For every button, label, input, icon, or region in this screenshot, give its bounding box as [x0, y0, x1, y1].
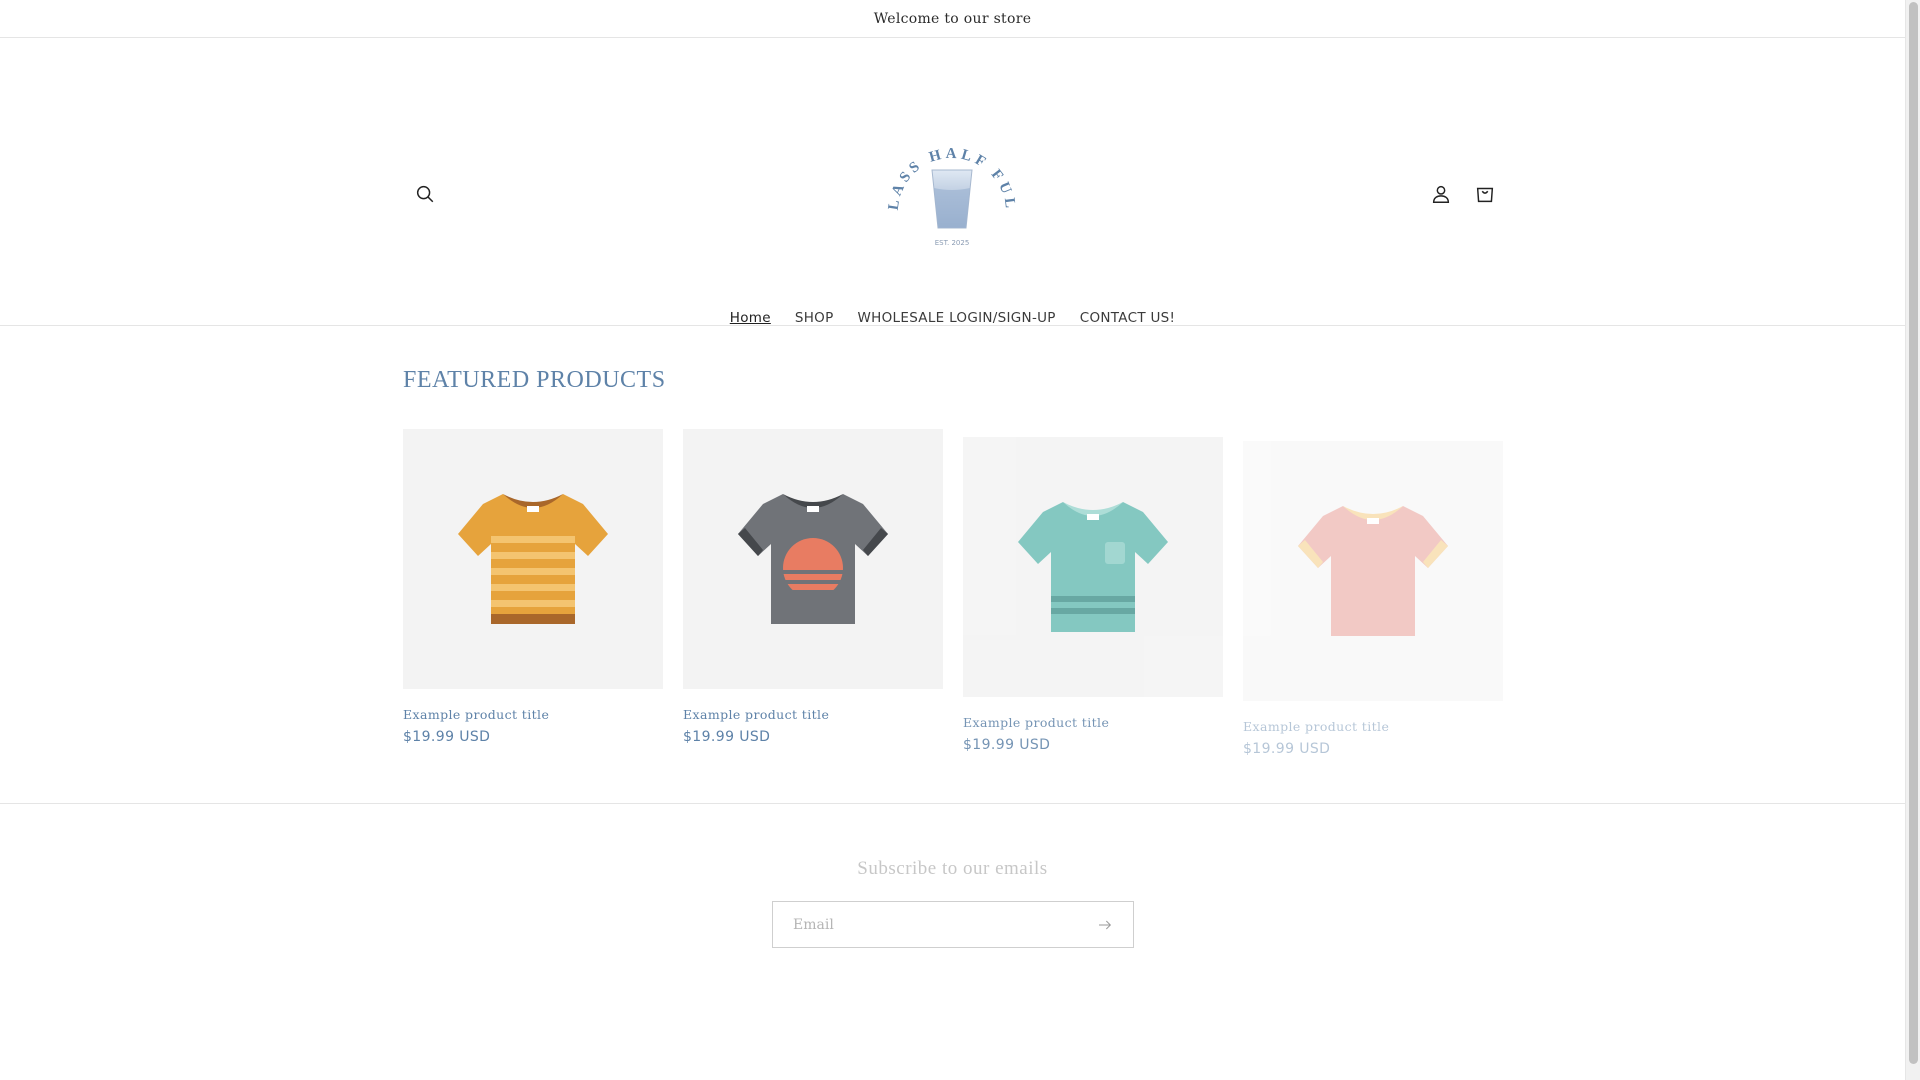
scrollbar-thumb[interactable] — [1909, 2, 1918, 1064]
email-form — [772, 901, 1134, 948]
product-title[interactable]: Example product title — [963, 715, 1223, 730]
product-price: $19.99 USD — [963, 737, 1051, 753]
email-input[interactable] — [773, 902, 1073, 947]
store-logo[interactable]: GLASS HALF FULL EST. 2025 — [878, 130, 1026, 260]
product-card[interactable]: Example product title $19.99 USD — [683, 429, 943, 745]
featured-heading: FEATURED PRODUCTS — [403, 367, 666, 393]
product-image[interactable] — [683, 429, 943, 689]
user-icon — [1432, 185, 1450, 203]
product-grid: Example product title $19.99 USD Example — [403, 429, 1503, 769]
newsletter-section: Subscribe to our emails — [0, 858, 1905, 880]
nav-item-wholesale[interactable]: WHOLESALE LOGIN/SIGN-UP — [846, 310, 1068, 326]
announcement-bar: Welcome to our store — [0, 0, 1905, 38]
main-nav: Home SHOP WHOLESALE LOGIN/SIGN-UP CONTAC… — [0, 310, 1905, 326]
nav-item-contact[interactable]: CONTACT US! — [1068, 310, 1187, 326]
teal-pocket-tshirt-icon — [1018, 502, 1168, 632]
announcement-text: Welcome to our store — [873, 10, 1032, 27]
newsletter-heading: Subscribe to our emails — [857, 858, 1048, 879]
logo-est-text: EST. 2025 — [935, 239, 970, 247]
site-header: GLASS HALF FULL EST. 2025 Home SHOP WHOL… — [0, 38, 1905, 326]
product-title[interactable]: Example product title — [403, 707, 663, 722]
search-button[interactable] — [403, 172, 447, 216]
page-scrollbar[interactable] — [1905, 0, 1920, 1080]
product-image[interactable] — [403, 429, 663, 689]
featured-products-section: FEATURED PRODUCTS — [403, 367, 1503, 394]
product-title[interactable]: Example product title — [683, 707, 943, 722]
cart-icon — [1476, 187, 1494, 203]
subscribe-button[interactable] — [1083, 903, 1127, 947]
product-title[interactable]: Example product title — [1243, 719, 1503, 734]
product-image[interactable] — [1243, 441, 1503, 701]
section-divider — [0, 803, 1905, 804]
page: Welcome to our store GLASS HALF FULL EST — [0, 0, 1905, 1080]
product-price: $19.99 USD — [403, 729, 491, 745]
product-image[interactable] — [963, 437, 1223, 697]
product-card[interactable]: Example product title $19.99 USD — [1243, 441, 1503, 757]
search-icon — [416, 185, 434, 203]
product-card[interactable]: Example product title $19.99 USD — [403, 429, 663, 745]
gray-sunset-tshirt-icon — [738, 494, 888, 624]
cart-button[interactable] — [1463, 172, 1507, 216]
account-button[interactable] — [1419, 172, 1463, 216]
arrow-right-icon — [1099, 920, 1112, 930]
pink-tshirt-icon — [1298, 506, 1448, 636]
nav-item-home[interactable]: Home — [718, 310, 783, 326]
orange-striped-tshirt-icon — [458, 494, 608, 624]
product-card[interactable]: Example product title $19.99 USD — [963, 437, 1223, 753]
nav-item-shop[interactable]: SHOP — [783, 310, 846, 326]
product-price: $19.99 USD — [1243, 741, 1331, 757]
product-price: $19.99 USD — [683, 729, 771, 745]
